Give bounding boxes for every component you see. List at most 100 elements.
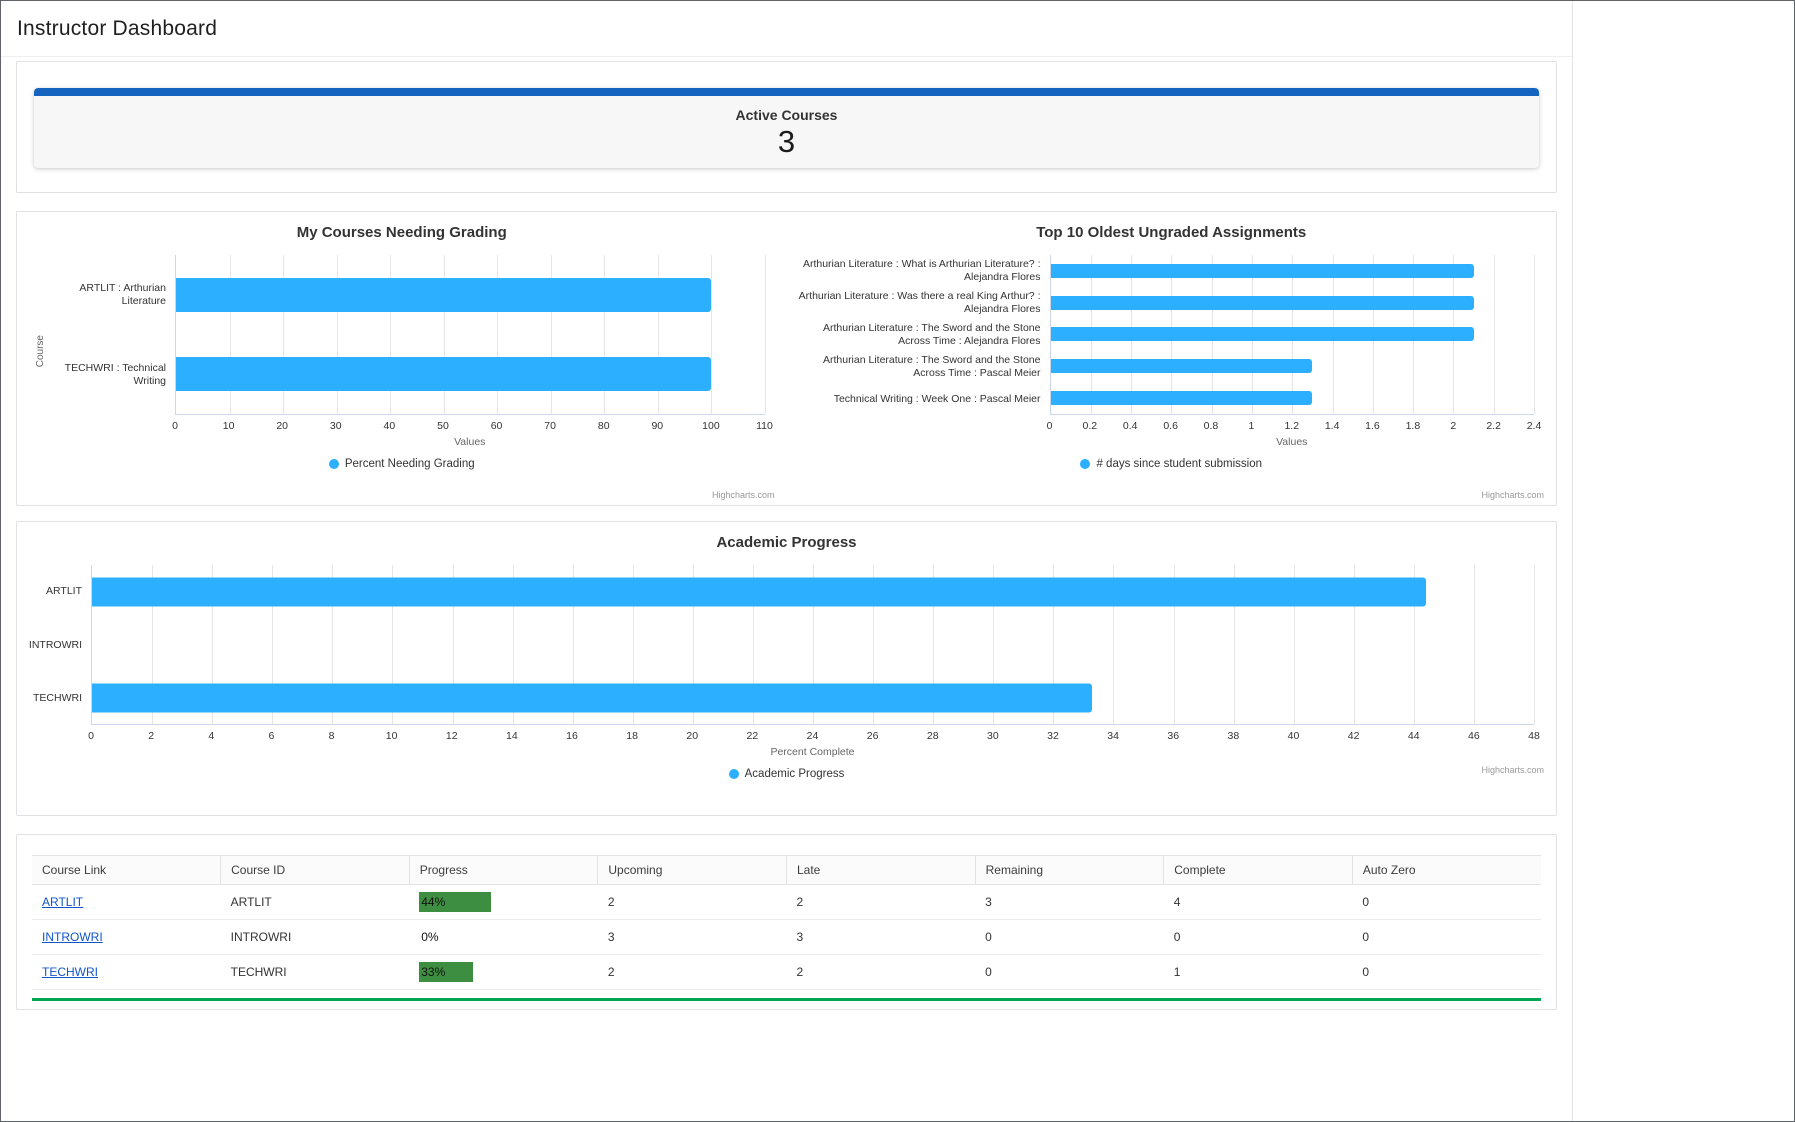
category-axis-labels: ARTLIT : Arthurian LiteratureTECHWRI : T… bbox=[55, 255, 175, 415]
course-id-cell: TECHWRI bbox=[221, 955, 410, 990]
course-link[interactable]: TECHWRI bbox=[42, 965, 98, 979]
legend-label: Percent Needing Grading bbox=[345, 458, 475, 470]
legend-label: Academic Progress bbox=[745, 768, 845, 780]
x-tick-label: 38 bbox=[1228, 730, 1240, 742]
bar[interactable] bbox=[176, 278, 711, 312]
x-axis-tick-labels: 0246810121416182022242628303234363840424… bbox=[91, 730, 1534, 744]
chart-title: My Courses Needing Grading bbox=[25, 224, 779, 241]
chart-body: CourseARTLIT : Arthurian LiteratureTECHW… bbox=[25, 255, 779, 448]
bar[interactable] bbox=[1051, 296, 1474, 310]
category-label: Arthurian Literature : The Sword and the… bbox=[795, 351, 1050, 383]
x-axis-tick-labels: 00.20.40.60.811.21.41.61.822.22.4 bbox=[1050, 420, 1535, 434]
course-table-body: ARTLITARTLIT44%22340INTROWRIINTROWRI0%33… bbox=[32, 885, 1541, 990]
bar-row bbox=[1051, 319, 1535, 351]
column-header-auto-zero: Auto Zero bbox=[1352, 856, 1541, 885]
progress-label: 33% bbox=[421, 962, 445, 982]
bar[interactable] bbox=[1051, 327, 1474, 341]
chart-academic-progress: Academic Progress ARTLITINTROWRITECHWRI 0 2… bbox=[17, 522, 1556, 780]
bar-row bbox=[1051, 287, 1535, 319]
complete-cell: 1 bbox=[1164, 955, 1353, 990]
auto-zero-cell: 0 bbox=[1352, 885, 1541, 920]
x-tick-label: 0 bbox=[1047, 420, 1053, 432]
column-header-course-id: Course ID bbox=[221, 856, 410, 885]
category-axis-labels: ARTLITINTROWRITECHWRI bbox=[25, 565, 91, 725]
x-tick-label: 42 bbox=[1348, 730, 1360, 742]
legend-item[interactable]: # days since student submission bbox=[1080, 458, 1262, 470]
column-header-course-link: Course Link bbox=[32, 856, 221, 885]
column-header-complete: Complete bbox=[1164, 856, 1353, 885]
x-tick-label: 34 bbox=[1107, 730, 1119, 742]
bar[interactable] bbox=[1051, 264, 1474, 278]
bar-row bbox=[1051, 382, 1535, 414]
x-tick-label: 0.2 bbox=[1083, 420, 1098, 432]
course-link[interactable]: INTROWRI bbox=[42, 930, 103, 944]
active-courses-value: 3 bbox=[34, 124, 1539, 160]
legend-item[interactable]: Percent Needing Grading bbox=[329, 458, 475, 470]
highcharts-credit-link[interactable]: Highcharts.com bbox=[1481, 490, 1544, 500]
complete-cell: 0 bbox=[1164, 920, 1353, 955]
plot-column: 00.20.40.60.811.21.41.61.822.22.4Values bbox=[1050, 255, 1549, 448]
bar[interactable] bbox=[92, 683, 1092, 712]
x-tick-label: 10 bbox=[386, 730, 398, 742]
bar-row bbox=[1051, 350, 1535, 382]
course-row: INTROWRIINTROWRI0%33000 bbox=[32, 920, 1541, 955]
y-axis-title: Course bbox=[25, 255, 55, 448]
x-tick-label: 2 bbox=[148, 730, 154, 742]
late-cell: 2 bbox=[787, 955, 976, 990]
legend-label: # days since student submission bbox=[1096, 458, 1262, 470]
bar-row bbox=[92, 671, 1534, 724]
x-tick-label: 44 bbox=[1408, 730, 1420, 742]
progress-label: 44% bbox=[421, 892, 445, 912]
auto-zero-cell: 0 bbox=[1352, 955, 1541, 990]
bar[interactable] bbox=[1051, 391, 1313, 405]
x-axis-title: Values bbox=[1050, 436, 1535, 448]
category-label: Technical Writing : Week One : Pascal Me… bbox=[795, 383, 1050, 415]
chart-top-10-oldest-ungraded: Top 10 Oldest Ungraded AssignmentsArthur… bbox=[787, 212, 1557, 505]
x-tick-label: 1 bbox=[1248, 420, 1254, 432]
x-tick-label: 8 bbox=[329, 730, 335, 742]
section-divider bbox=[32, 998, 1541, 1001]
category-label: Arthurian Literature : Was there a real … bbox=[795, 287, 1050, 319]
plot-column: 0246810121416182022242628303234363840424… bbox=[91, 565, 1548, 758]
x-tick-label: 0.4 bbox=[1123, 420, 1138, 432]
x-tick-label: 40 bbox=[1288, 730, 1300, 742]
course-link-cell: TECHWRI bbox=[32, 955, 221, 990]
highcharts-credit-link[interactable]: Highcharts.com bbox=[1481, 765, 1544, 775]
course-table-head: Course LinkCourse IDProgressUpcomingLate… bbox=[32, 856, 1541, 885]
x-tick-label: 22 bbox=[747, 730, 759, 742]
highcharts-credit-link[interactable]: Highcharts.com bbox=[712, 490, 775, 500]
progress-wrap: 0% bbox=[419, 927, 588, 947]
x-tick-label: 36 bbox=[1167, 730, 1179, 742]
course-id-cell: INTROWRI bbox=[221, 920, 410, 955]
remaining-cell: 0 bbox=[975, 920, 1164, 955]
gridline bbox=[765, 255, 766, 414]
bar[interactable] bbox=[176, 357, 711, 391]
progress-cell: 33% bbox=[409, 955, 598, 990]
plot-area bbox=[91, 565, 1534, 725]
x-tick-label: 40 bbox=[384, 420, 396, 432]
legend-marker-icon bbox=[729, 769, 739, 779]
active-courses-widget: Active Courses 3 bbox=[34, 88, 1539, 168]
stat-accent-bar bbox=[34, 88, 1539, 96]
x-tick-label: 28 bbox=[927, 730, 939, 742]
progress-wrap: 33% bbox=[419, 962, 588, 982]
course-row: TECHWRITECHWRI33%22010 bbox=[32, 955, 1541, 990]
progress-cell: 0% bbox=[409, 920, 598, 955]
x-axis-tick-labels: 0102030405060708090100110 bbox=[175, 420, 765, 434]
complete-cell: 4 bbox=[1164, 885, 1353, 920]
bar-row bbox=[176, 255, 765, 335]
course-link[interactable]: ARTLIT bbox=[42, 895, 83, 909]
category-label: TECHWRI : Technical Writing bbox=[55, 335, 175, 415]
legend-item[interactable]: Academic Progress bbox=[729, 768, 845, 780]
x-axis-title: Percent Complete bbox=[91, 746, 1534, 758]
column-header-remaining: Remaining bbox=[975, 856, 1164, 885]
x-tick-label: 0 bbox=[88, 730, 94, 742]
x-tick-label: 1.8 bbox=[1406, 420, 1421, 432]
x-tick-label: 32 bbox=[1047, 730, 1059, 742]
bar[interactable] bbox=[1051, 359, 1313, 373]
course-table-card: Course LinkCourse IDProgressUpcomingLate… bbox=[16, 834, 1557, 1010]
category-axis-labels: Arthurian Literature : What is Arthurian… bbox=[795, 255, 1050, 415]
gridline bbox=[1534, 565, 1535, 724]
bar[interactable] bbox=[92, 577, 1426, 606]
x-tick-label: 4 bbox=[208, 730, 214, 742]
